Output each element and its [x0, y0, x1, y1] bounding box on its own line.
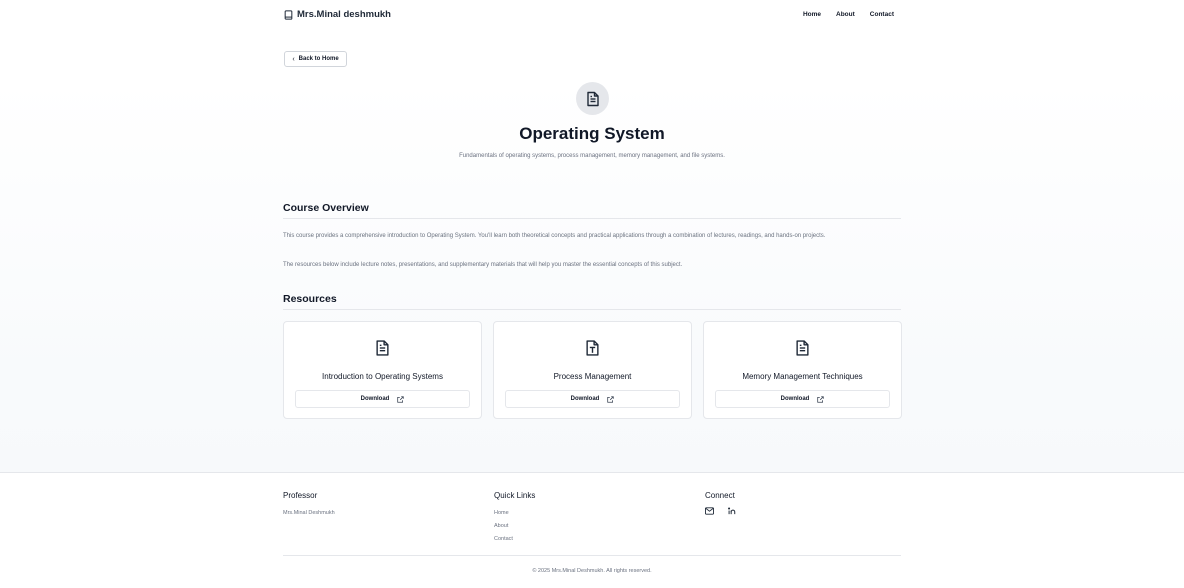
overview-paragraph: The resources below include lecture note…	[283, 262, 683, 268]
nav-about[interactable]: About	[836, 11, 855, 18]
resource-title: Memory Management Techniques	[742, 372, 863, 381]
download-button[interactable]: Download	[505, 390, 680, 408]
resource-title: Introduction to Operating Systems	[322, 372, 443, 381]
linkedin-icon[interactable]	[728, 507, 737, 515]
footer-quick-links: Quick Links Home About Contact	[494, 491, 535, 546]
download-label: Download	[780, 396, 810, 402]
download-label: Download	[360, 396, 390, 402]
resources-divider	[283, 309, 901, 310]
course-icon	[576, 82, 609, 115]
footer-professor: Professor Mrs.Minal Deshmukh	[283, 491, 335, 520]
footer-link-about[interactable]: About	[494, 520, 535, 533]
resource-card: Process Management Download	[493, 321, 692, 419]
site-footer: Professor Mrs.Minal Deshmukh Quick Links…	[0, 472, 1184, 588]
copyright-text: © 2025 Mrs.Minal Deshmukh. All rights re…	[532, 568, 652, 574]
overview-paragraph: This course provides a comprehensive int…	[283, 233, 826, 239]
book-icon	[284, 9, 293, 20]
footer-divider	[283, 555, 901, 556]
back-to-home-button[interactable]: ‹ Back to Home	[284, 51, 347, 67]
text-file-icon	[586, 340, 599, 356]
resources-heading: Resources	[283, 293, 337, 305]
resource-card: Introduction to Operating Systems Downlo…	[283, 321, 482, 419]
document-icon	[586, 91, 599, 106]
nav-contact[interactable]: Contact	[870, 11, 894, 18]
footer-heading: Professor	[283, 491, 318, 500]
professor-name: Mrs.Minal Deshmukh	[283, 510, 335, 516]
mail-icon[interactable]	[705, 507, 714, 515]
document-icon	[376, 340, 389, 356]
resource-card: Memory Management Techniques Download	[703, 321, 902, 419]
footer-link-contact[interactable]: Contact	[494, 533, 535, 546]
page-title: Operating System	[519, 124, 665, 143]
page-subtitle: Fundamentals of operating systems, proce…	[459, 153, 725, 159]
chevron-left-icon: ‹	[292, 55, 295, 63]
overview-heading: Course Overview	[283, 202, 369, 214]
external-link-icon	[817, 395, 825, 403]
top-nav: Home About Contact	[803, 11, 894, 18]
site-brand[interactable]: Mrs.Minal deshmukh	[284, 9, 391, 20]
footer-link-home[interactable]: Home	[494, 507, 535, 520]
back-button-label: Back to Home	[298, 56, 339, 62]
footer-heading: Connect	[705, 491, 735, 500]
download-button[interactable]: Download	[715, 390, 890, 408]
external-link-icon	[397, 395, 405, 403]
nav-home[interactable]: Home	[803, 11, 821, 18]
footer-connect: Connect	[705, 491, 737, 515]
footer-heading: Quick Links	[494, 491, 536, 500]
external-link-icon	[607, 395, 615, 403]
download-label: Download	[570, 396, 600, 402]
brand-name: Mrs.Minal deshmukh	[297, 9, 391, 20]
download-button[interactable]: Download	[295, 390, 470, 408]
resource-title: Process Management	[553, 372, 632, 381]
document-icon	[796, 340, 809, 356]
overview-divider	[283, 218, 901, 219]
